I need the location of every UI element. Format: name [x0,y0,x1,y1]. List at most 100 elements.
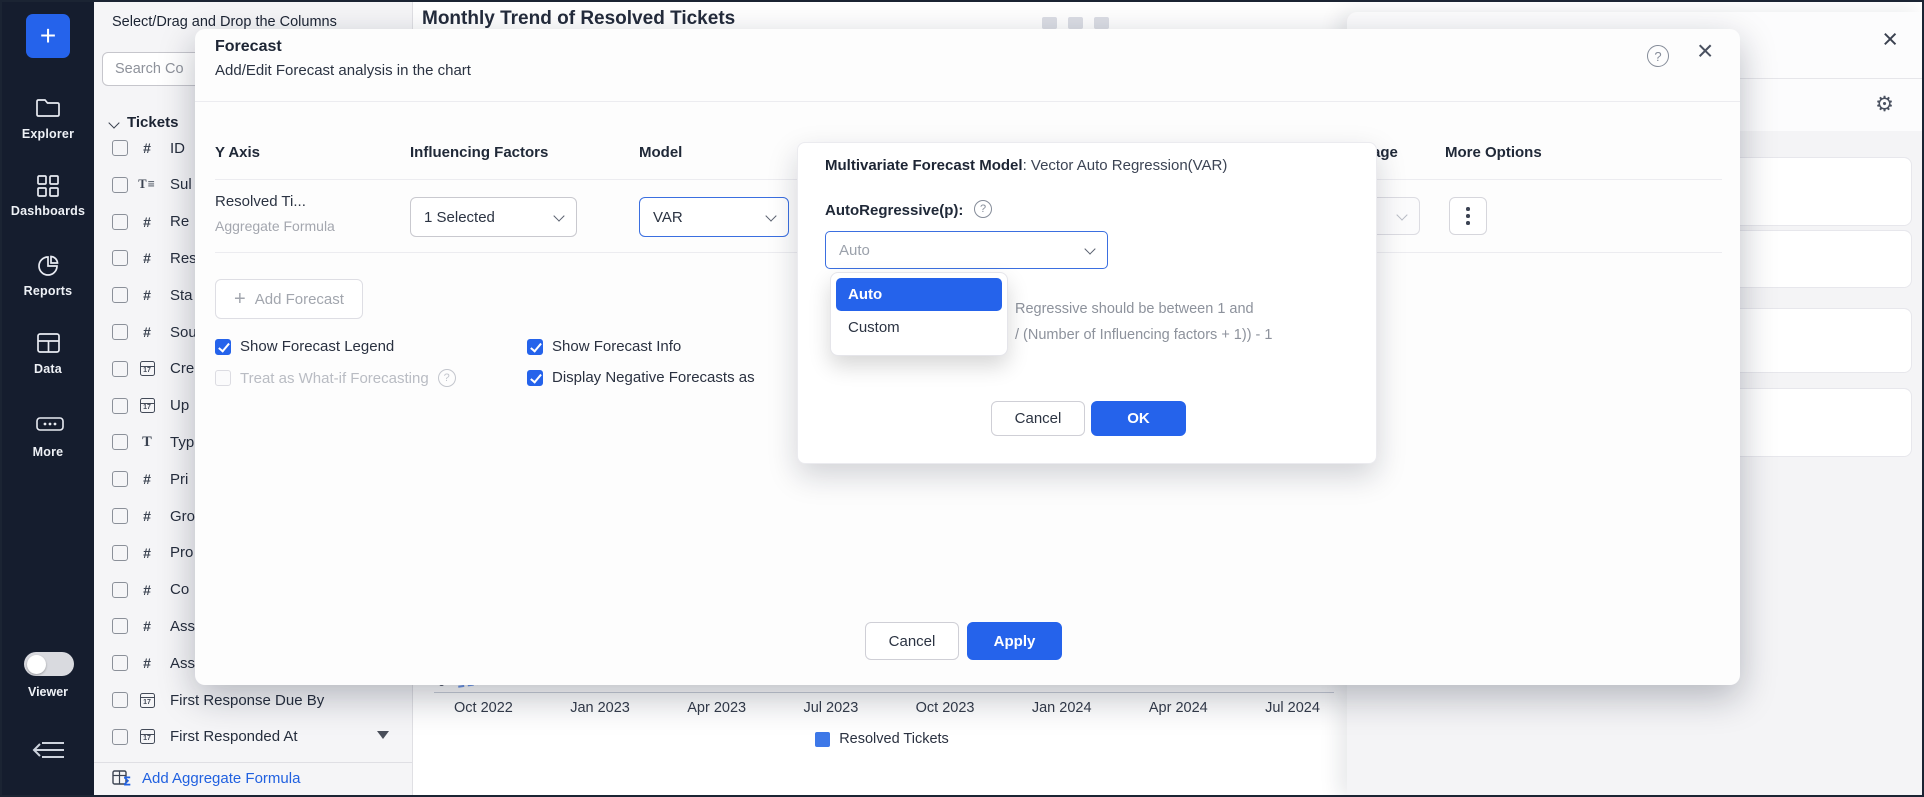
checkbox[interactable] [112,729,128,745]
checkbox[interactable] [112,398,128,414]
help-icon[interactable]: ? [438,369,456,387]
column-row[interactable]: 17First Responded At [94,722,412,752]
column-label: Co [170,581,189,598]
modal-title: Forecast [215,38,282,56]
modal-subtitle: Add/Edit Forecast analysis in the chart [215,62,471,79]
checkbox[interactable] [112,214,128,230]
menu-option-custom[interactable]: Custom [836,311,1002,344]
add-forecast-label: Add Forecast [255,291,344,308]
x-axis-label: Jul 2024 [1265,700,1320,716]
option-label: Show Forecast Legend [240,338,394,355]
popover-title-rest: : Vector Auto Regression(VAR) [1023,157,1228,174]
chart-toolbar-icon[interactable] [1042,17,1057,29]
number-icon: # [137,545,157,561]
checkbox[interactable] [112,508,128,524]
autoregressive-label: AutoRegressive(p): [825,202,963,219]
checkbox[interactable] [112,177,128,193]
number-icon: # [137,508,157,524]
model-select[interactable]: VAR [639,197,789,237]
forecast-row-yaxis: Resolved Ti... [215,193,306,210]
aggregate-formula-icon: Σ [112,770,133,787]
divider [94,762,412,763]
column-label: Pro [170,544,193,561]
text-multiline-icon: T≡ [137,177,157,192]
close-icon[interactable]: × [1882,26,1898,53]
apply-button[interactable]: Apply [967,622,1062,660]
sidebar-item-explorer[interactable]: Explorer [2,97,94,141]
scroll-down-arrow[interactable] [377,731,389,739]
gear-icon[interactable]: ⚙ [1875,92,1894,117]
column-label: Typ [170,434,194,451]
checkbox[interactable] [112,655,128,671]
option-show-forecast-info: Show Forecast Info [527,338,681,355]
legend-label: Resolved Tickets [839,731,949,747]
checkbox[interactable] [527,370,543,386]
popover-ok-button[interactable]: OK [1091,401,1186,436]
column-row[interactable]: 17 First Response Due By [94,685,412,715]
more-options-kebab-button[interactable] [1449,197,1487,235]
popover-title-bold: Multivariate Forecast Model [825,157,1023,174]
help-icon[interactable]: ? [974,200,992,218]
checkbox[interactable] [112,361,128,377]
checkbox[interactable] [527,339,543,355]
x-axis-label: Oct 2023 [916,700,975,716]
sidebar-item-data[interactable]: Data [2,332,94,376]
cancel-button[interactable]: Cancel [865,622,959,660]
legend-swatch [815,732,830,747]
option-label: Show Forecast Info [552,338,681,355]
sidebar-item-label: Explorer [2,127,94,141]
help-icon[interactable]: ? [1647,45,1669,67]
model-value: VAR [653,209,683,226]
sidebar-item-reports[interactable]: Reports [2,254,94,298]
tickets-section-toggle[interactable]: Tickets [110,114,178,131]
number-icon: # [137,287,157,303]
option-show-forecast-legend: Show Forecast Legend [215,338,394,355]
autoregressive-select[interactable]: Auto [825,231,1108,269]
checkbox[interactable] [112,545,128,561]
chart-toolbar-icon[interactable] [1094,17,1109,29]
sidebar: + ExplorerDashboardsReportsDataMore View… [2,2,94,795]
viewer-toggle[interactable] [24,652,74,676]
checkbox[interactable] [112,692,128,708]
popover-cancel-button[interactable]: Cancel [991,401,1085,436]
close-icon[interactable]: × [1697,37,1713,65]
create-button[interactable]: + [26,14,70,58]
add-aggregate-formula-label: Add Aggregate Formula [142,770,300,787]
col-header-model: Model [639,144,682,161]
add-forecast-button[interactable]: + Add Forecast [215,279,363,319]
checkbox[interactable] [215,370,231,386]
app-window: + ExplorerDashboardsReportsDataMore View… [0,0,1924,797]
checkbox[interactable] [112,287,128,303]
checkbox[interactable] [215,339,231,355]
checkbox[interactable] [112,324,128,340]
add-aggregate-formula-link[interactable]: Σ Add Aggregate Formula [112,770,300,787]
option-treat-as-what-if: Treat as What-if Forecasting ? [215,369,456,387]
column-label: First Response Due By [170,692,324,709]
sidebar-item-dashboards[interactable]: Dashboards [2,174,94,218]
checkbox[interactable] [112,471,128,487]
col-header-influencing-factors: Influencing Factors [410,144,548,161]
number-icon: # [137,214,157,230]
menu-option-auto[interactable]: Auto [836,278,1002,311]
option-label: Treat as What-if Forecasting [240,370,429,387]
x-axis-label: Apr 2024 [1149,700,1208,716]
sidebar-item-more[interactable]: More [2,415,94,459]
checkbox[interactable] [112,618,128,634]
influencing-factors-select[interactable]: 1 Selected [410,197,577,237]
collapse-sidebar-icon[interactable] [28,737,68,767]
checkbox[interactable] [112,582,128,598]
svg-text:Σ: Σ [123,775,131,788]
checkbox[interactable] [112,434,128,450]
column-label: Cre [170,360,194,377]
forecast-row-yaxis-type: Aggregate Formula [215,218,335,234]
chevron-down-icon [1084,243,1095,254]
chart-toolbar-icon[interactable] [1068,17,1083,29]
checkbox[interactable] [112,140,128,156]
number-icon: # [137,582,157,598]
calendar-icon: 17 [137,361,157,376]
calendar-icon: 17 [137,693,157,708]
column-label: Res [170,250,197,267]
x-axis-label: Jan 2023 [570,700,630,716]
checkbox[interactable] [112,250,128,266]
pie-chart-icon [35,254,61,278]
